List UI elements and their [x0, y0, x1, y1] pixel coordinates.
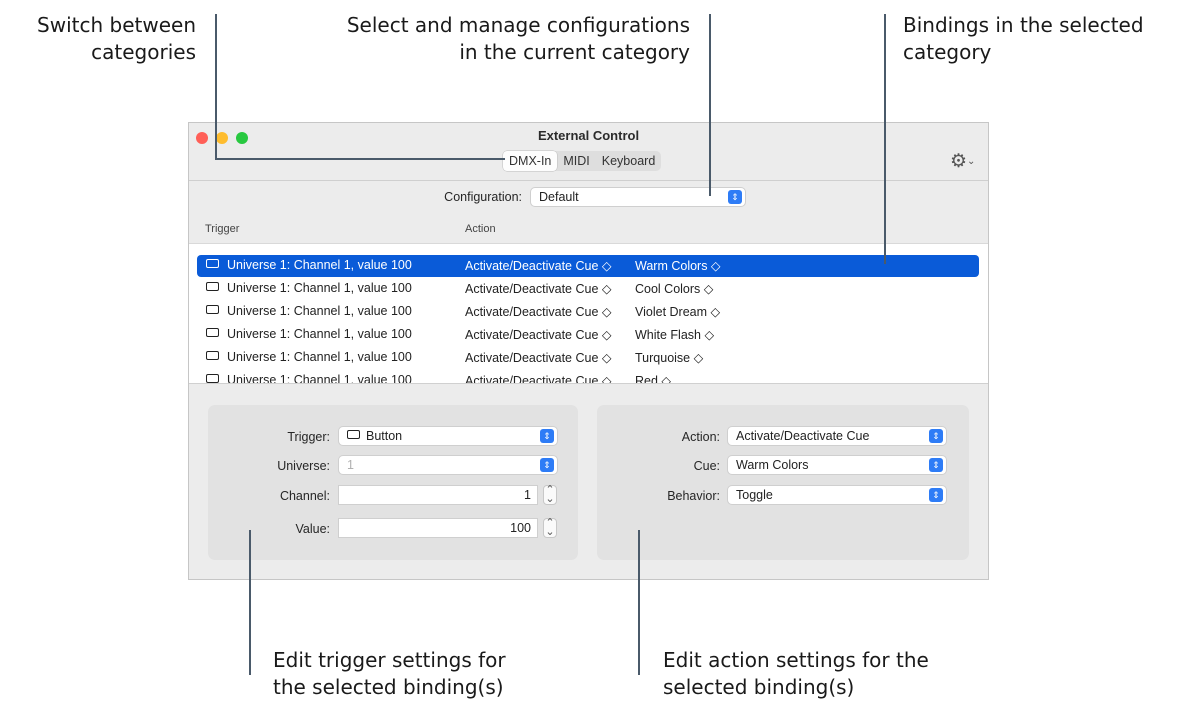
table-row[interactable]: Universe 1: Channel 1, value 100 Activat…: [197, 324, 979, 346]
callout-bindings: Bindings in the selected category: [903, 13, 1144, 64]
column-header-trigger[interactable]: Trigger: [205, 223, 239, 235]
button-icon: [206, 305, 219, 314]
channel-label: Channel:: [279, 489, 330, 503]
universe-label: Universe:: [277, 459, 330, 473]
tab-midi[interactable]: MIDI: [557, 151, 595, 171]
trigger-cell: Universe 1: Channel 1, value 100: [206, 304, 412, 318]
window-title: External Control: [537, 128, 640, 143]
table-row[interactable]: Universe 1: Channel 1, value 100 Activat…: [197, 278, 979, 300]
trigger-value: Button: [366, 429, 403, 443]
universe-select[interactable]: 1 ⇕: [338, 455, 558, 475]
column-header-action[interactable]: Action: [465, 223, 496, 235]
table-row[interactable]: Universe 1: Channel 1, value 100 Activat…: [197, 301, 979, 323]
value-label: Value:: [295, 522, 330, 536]
behavior-value: Toggle: [736, 488, 773, 502]
action-select[interactable]: Activate/Deactivate Cue ⇕: [727, 426, 947, 446]
value-field[interactable]: 100: [338, 518, 538, 538]
trigger-cell: Universe 1: Channel 1, value 100: [206, 327, 412, 341]
button-icon: [206, 282, 219, 291]
button-icon: [347, 430, 360, 439]
table-row[interactable]: Universe 1: Channel 1, value 100 Activat…: [197, 347, 979, 369]
gear-icon[interactable]: ⚙⌄: [950, 150, 975, 173]
leader-line-bindings: [884, 14, 886, 264]
channel-stepper[interactable]: ⌃ ⌄: [543, 485, 557, 505]
updown-arrows-icon: ⇕: [929, 429, 943, 443]
leader-line-trigger-settings: [249, 530, 251, 675]
cue-select[interactable]: Warm Colors ⇕: [727, 455, 947, 475]
bindings-table: Universe 1: Channel 1, value 100 Activat…: [189, 244, 988, 384]
leader-line-action-settings: [638, 530, 640, 675]
action-cell[interactable]: Activate/Deactivate Cue ◇: [465, 304, 611, 319]
updown-arrows-icon: ⇕: [728, 190, 742, 204]
button-icon: [206, 374, 219, 383]
universe-value: 1: [347, 458, 354, 472]
button-icon: [206, 259, 219, 268]
cue-cell[interactable]: Warm Colors ◇: [635, 258, 721, 273]
cue-cell[interactable]: White Flash ◇: [635, 327, 714, 342]
trigger-label: Trigger:: [287, 430, 330, 444]
cue-label: Cue:: [693, 459, 720, 473]
trigger-cell: Universe 1: Channel 1, value 100: [206, 350, 412, 364]
tab-keyboard[interactable]: Keyboard: [596, 151, 662, 171]
callout-configurations: Select and manage configurations in the …: [346, 13, 690, 64]
action-cell[interactable]: Activate/Deactivate Cue ◇: [465, 327, 611, 342]
updown-arrows-icon: ⇕: [929, 458, 943, 472]
leader-line-configurations: [709, 14, 711, 196]
action-cell[interactable]: Activate/Deactivate Cue ◇: [465, 281, 611, 296]
updown-arrows-icon: ⇕: [540, 429, 554, 443]
table-bottom-divider: [189, 383, 988, 384]
trigger-cell: Universe 1: Channel 1, value 100: [206, 281, 412, 295]
cue-cell[interactable]: Turquoise ◇: [635, 350, 703, 365]
configuration-select[interactable]: Default ⇕: [530, 187, 746, 207]
tab-dmx-in[interactable]: DMX-In: [503, 151, 558, 171]
trigger-cell: Universe 1: Channel 1, value 100: [206, 258, 412, 272]
leader-line-categories-horizontal: [215, 158, 505, 160]
button-icon: [206, 351, 219, 360]
category-segmented-control: DMX-In MIDI Keyboard: [503, 151, 662, 171]
table-row[interactable]: Universe 1: Channel 1, value 100 Activat…: [197, 255, 979, 277]
cue-cell[interactable]: Violet Dream ◇: [635, 304, 720, 319]
value-stepper[interactable]: ⌃ ⌄: [543, 518, 557, 538]
bindings-table-header: Trigger Action: [189, 213, 988, 244]
behavior-select[interactable]: Toggle ⇕: [727, 485, 947, 505]
trigger-select[interactable]: Button ⇕: [338, 426, 558, 446]
cue-cell[interactable]: Cool Colors ◇: [635, 281, 713, 296]
behavior-label: Behavior:: [667, 489, 720, 503]
cue-value: Warm Colors: [736, 458, 809, 472]
updown-arrows-icon: ⇕: [929, 488, 943, 502]
action-cell[interactable]: Activate/Deactivate Cue ◇: [465, 350, 611, 365]
updown-arrows-icon: ⇕: [540, 458, 554, 472]
callout-categories: Switch between categories: [37, 13, 196, 64]
table-row[interactable]: Universe 1: Channel 1, value 100 Activat…: [197, 370, 979, 384]
configuration-label: Configuration:: [444, 190, 522, 204]
action-cell[interactable]: Activate/Deactivate Cue ◇: [465, 258, 611, 273]
toolbar-divider: [189, 180, 988, 181]
leader-line-categories: [215, 14, 217, 160]
action-label: Action:: [681, 430, 720, 444]
channel-field[interactable]: 1: [338, 485, 538, 505]
action-value: Activate/Deactivate Cue: [736, 429, 870, 443]
configuration-value: Default: [539, 190, 579, 204]
button-icon: [206, 328, 219, 337]
callout-action-settings: Edit action settings for the selected bi…: [663, 648, 929, 699]
callout-trigger-settings: Edit trigger settings for the selected b…: [273, 648, 506, 699]
chevron-down-icon: ⌄: [967, 156, 976, 167]
